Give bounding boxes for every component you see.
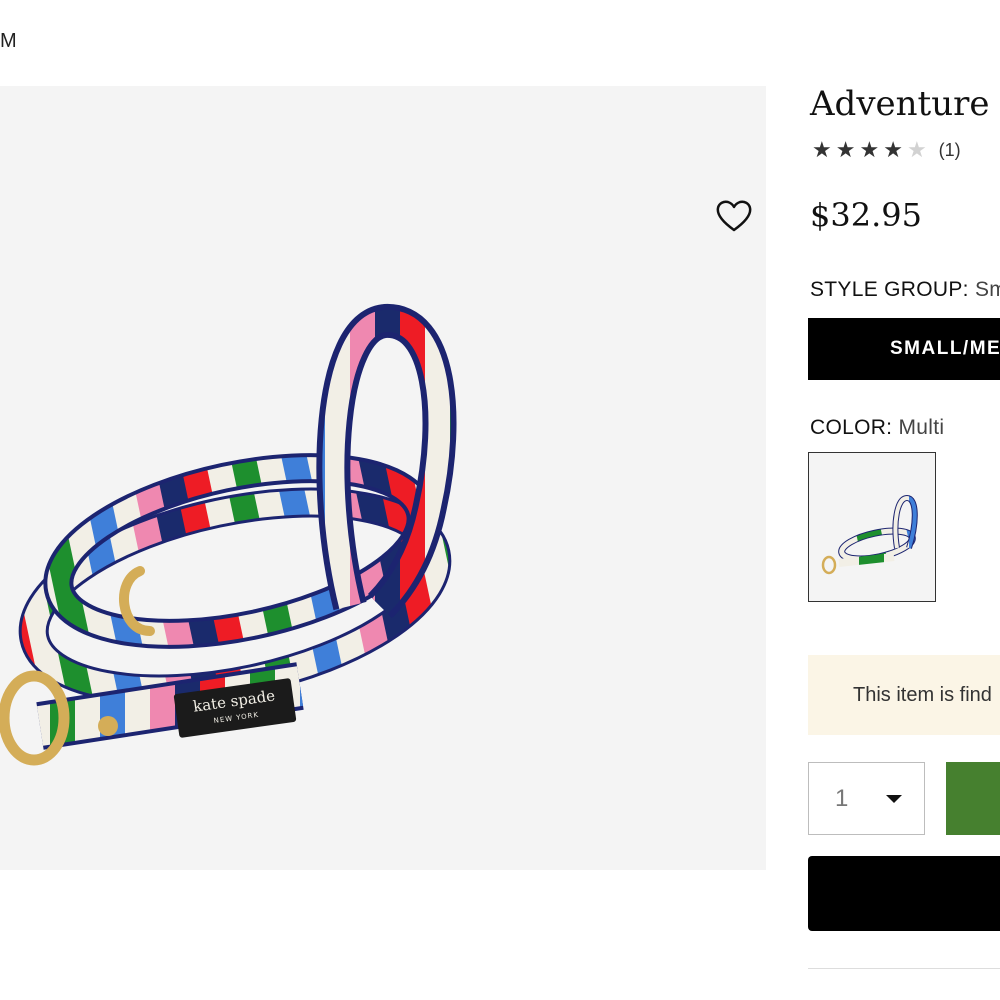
wishlist-button[interactable] — [712, 194, 756, 238]
color-value: Multi — [898, 416, 945, 439]
product-title: Adventure S — [810, 84, 1000, 124]
availability-notice: This item is find — [808, 655, 1000, 735]
style-group-label: STYLE GROUP: Sm — [810, 278, 1000, 302]
heart-icon — [716, 200, 752, 232]
color-label-text: COLOR: — [810, 416, 893, 439]
star-icon: ★ — [883, 137, 903, 162]
swatch-image — [821, 494, 918, 575]
secondary-action-button[interactable] — [808, 856, 1000, 931]
divider — [808, 968, 1000, 969]
quantity-value: 1 — [835, 784, 849, 812]
quantity-select[interactable]: 1 — [808, 762, 925, 835]
color-label: COLOR: Multi — [810, 416, 944, 440]
caret-down-icon — [886, 794, 902, 803]
price: $32.95 — [810, 196, 922, 234]
product-image-panel: kate spade NEW YORK — [0, 86, 766, 870]
star-icon: ★ — [859, 137, 880, 162]
product-page: M kate spade NEW YORK Adventure ★ ★ ★ ★ … — [0, 0, 1000, 1000]
star-empty-icon: ★ — [906, 137, 927, 162]
color-swatch[interactable] — [808, 452, 936, 602]
add-to-bag-button[interactable] — [946, 762, 1000, 835]
star-icon: ★ — [835, 137, 856, 162]
review-count[interactable]: (1) — [939, 140, 961, 161]
style-option-button[interactable]: SMALL/ME — [808, 318, 1000, 380]
style-group-label-text: STYLE GROUP: — [810, 278, 969, 301]
style-group-value: Sm — [974, 278, 1000, 301]
product-image[interactable]: kate spade NEW YORK — [0, 86, 766, 870]
breadcrumb[interactable]: M — [0, 30, 18, 53]
rating[interactable]: ★ ★ ★ ★ ★ (1) — [812, 138, 961, 162]
star-icon: ★ — [812, 137, 832, 162]
